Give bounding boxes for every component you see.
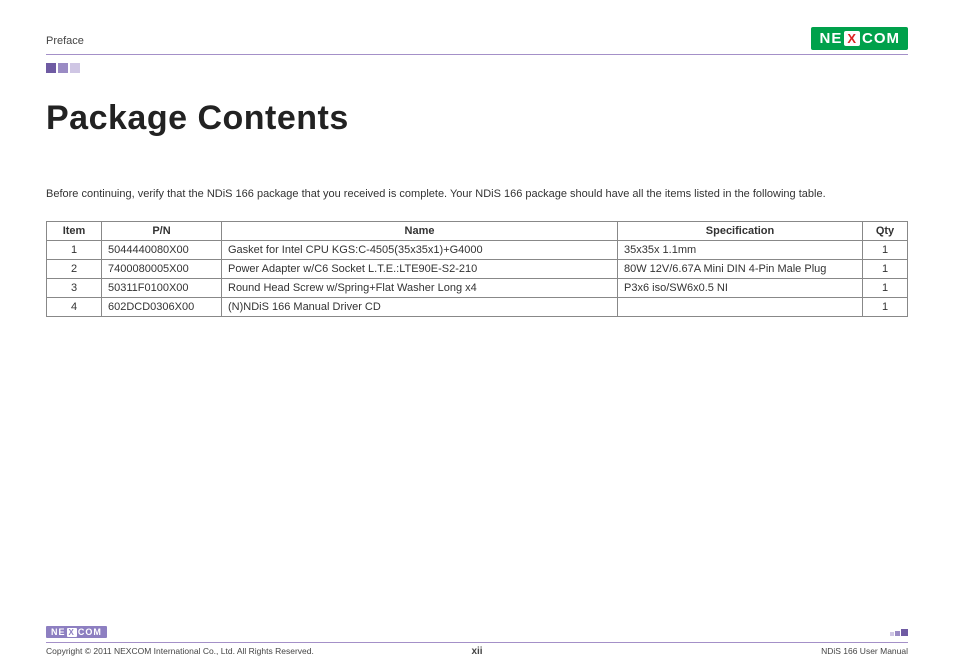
- square-icon: [895, 631, 900, 636]
- cell-pn: 50311F0100X00: [102, 278, 222, 297]
- cell-pn: 602DCD0306X00: [102, 297, 222, 316]
- cell-item: 4: [47, 297, 102, 316]
- logo-text-right: COM: [78, 627, 102, 637]
- square-icon: [890, 632, 894, 636]
- square-icon: [58, 63, 68, 73]
- section-label: Preface: [46, 35, 84, 50]
- square-icon: [70, 63, 80, 73]
- cell-name: Gasket for Intel CPU KGS:C-4505(35x35x1)…: [222, 240, 618, 259]
- cell-name: Power Adapter w/C6 Socket L.T.E.:LTE90E-…: [222, 259, 618, 278]
- header-divider: [46, 54, 908, 55]
- logo-text-left: NE: [819, 30, 842, 47]
- package-contents-table: Item P/N Name Specification Qty 15044440…: [46, 221, 908, 317]
- nexcom-logo-small: NE X COM: [46, 626, 107, 638]
- col-item: Item: [47, 221, 102, 240]
- cell-qty: 1: [863, 297, 908, 316]
- cell-pn: 5044440080X00: [102, 240, 222, 259]
- page-number: xii: [46, 646, 908, 657]
- table-row: 27400080005X00Power Adapter w/C6 Socket …: [47, 259, 908, 278]
- col-qty: Qty: [863, 221, 908, 240]
- logo-text-left: NE: [51, 627, 66, 637]
- decorative-squares-small: [890, 629, 908, 636]
- cell-qty: 1: [863, 240, 908, 259]
- square-icon: [901, 629, 908, 636]
- cell-pn: 7400080005X00: [102, 259, 222, 278]
- page-title: Package Contents: [46, 99, 908, 138]
- cell-spec: 80W 12V/6.67A Mini DIN 4-Pin Male Plug: [618, 259, 863, 278]
- cell-qty: 1: [863, 278, 908, 297]
- logo-text-right: COM: [862, 30, 900, 47]
- col-spec: Specification: [618, 221, 863, 240]
- cell-item: 2: [47, 259, 102, 278]
- intro-paragraph: Before continuing, verify that the NDiS …: [46, 186, 908, 203]
- table-header-row: Item P/N Name Specification Qty: [47, 221, 908, 240]
- table-row: 15044440080X00Gasket for Intel CPU KGS:C…: [47, 240, 908, 259]
- cell-spec: 35x35x 1.1mm: [618, 240, 863, 259]
- table-row: 4602DCD0306X00(N)NDiS 166 Manual Driver …: [47, 297, 908, 316]
- cell-name: Round Head Screw w/Spring+Flat Washer Lo…: [222, 278, 618, 297]
- table-row: 350311F0100X00Round Head Screw w/Spring+…: [47, 278, 908, 297]
- logo-x-icon: X: [67, 628, 77, 637]
- footer-divider: [46, 642, 908, 643]
- decorative-squares: [46, 63, 908, 73]
- cell-spec: [618, 297, 863, 316]
- logo-x-icon: X: [844, 31, 860, 46]
- square-icon: [46, 63, 56, 73]
- page-footer: NE X COM Copyright © 2011 NEXCOM Interna…: [46, 625, 908, 656]
- col-name: Name: [222, 221, 618, 240]
- nexcom-logo: NE X COM: [811, 27, 908, 50]
- cell-qty: 1: [863, 259, 908, 278]
- cell-item: 3: [47, 278, 102, 297]
- page-header: Preface NE X COM: [46, 22, 908, 50]
- cell-name: (N)NDiS 166 Manual Driver CD: [222, 297, 618, 316]
- cell-spec: P3x6 iso/SW6x0.5 NI: [618, 278, 863, 297]
- cell-item: 1: [47, 240, 102, 259]
- col-pn: P/N: [102, 221, 222, 240]
